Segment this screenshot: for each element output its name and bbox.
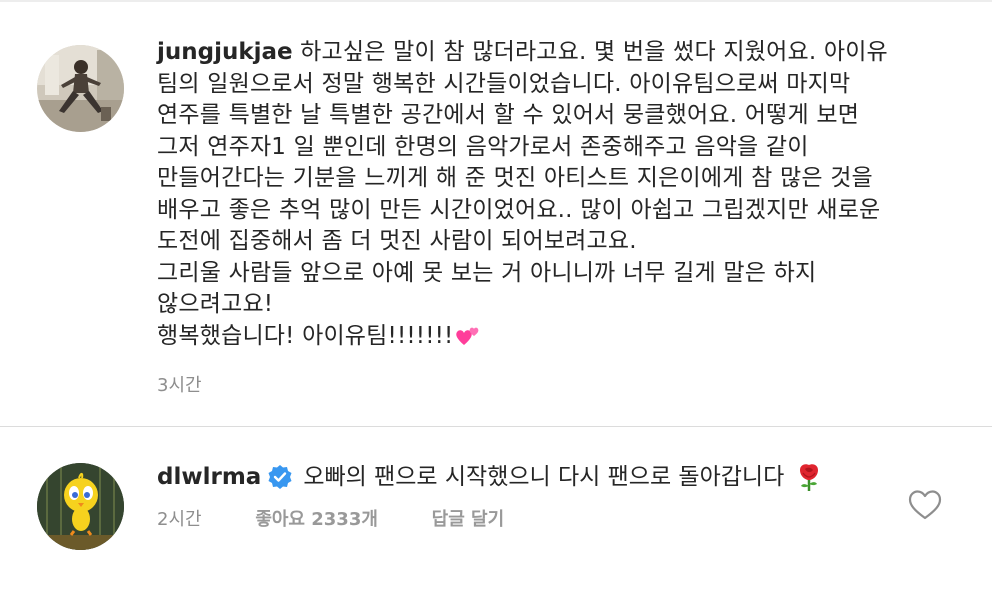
comment-text: 만들어간다는 기분을 느끼게 해 준 멋진 아티스트 지은이에게 참 많은 것을: [157, 165, 873, 191]
verified-badge-icon: [268, 465, 292, 489]
comment-body: jungjukjae 하고싶은 말이 참 많더라고요. 몇 번을 썼다 지웠어요…: [157, 37, 897, 352]
username[interactable]: dlwlrma: [157, 462, 261, 492]
comment-text: 않으려고요!: [157, 291, 274, 317]
reply-button[interactable]: 답글 달기: [432, 505, 505, 531]
comment-text: 그리울 사람들 앞으로 아예 못 보는 거 아니니까 너무 길게 말은 하지: [157, 259, 817, 286]
comment-text: 연주를 특별한 날 특별한 공간에서 할 수 있어서 뭉클했어요. 어떻게 보면: [157, 102, 860, 128]
comments-screen: jungjukjae 하고싶은 말이 참 많더라고요. 몇 번을 썼다 지웠어요…: [0, 0, 992, 603]
comment-body: dlwlrma 오빠의 팬으로 시작했으니 다시 팬으로 돌아갑니다: [157, 462, 824, 492]
comment-meta: 2시간 좋아요 2333개 답글 달기: [157, 505, 552, 531]
comment-line-1: jungjukjae 하고싶은 말이 참 많더라고요. 몇 번을 썼다 지웠어요…: [157, 37, 897, 69]
comment-text: 행복했습니다! 아이유팀!!!!!!!: [157, 322, 454, 349]
comment-time[interactable]: 2시간: [157, 505, 202, 531]
tweety-bird-cartoon-icon: [37, 463, 124, 550]
comment-time[interactable]: 3시간: [157, 371, 202, 397]
avatar[interactable]: [37, 463, 124, 550]
comment-last-line: 행복했습니다! 아이유팀!!!!!!!: [157, 321, 897, 353]
comment-text: 배우고 좋은 추억 많이 만든 시간이었어요.. 많이 아쉽고 그립겠지만 새로…: [157, 196, 881, 223]
comment-text: 하고싶은 말이 참 많더라고요. 몇 번을 썼다 지웠어요. 아이유: [300, 39, 888, 65]
rose-icon: [800, 464, 819, 491]
person-dancing-photo-icon: [37, 45, 124, 132]
likes-count[interactable]: 좋아요 2333개: [255, 505, 378, 531]
username[interactable]: jungjukjae: [157, 39, 293, 65]
avatar[interactable]: [37, 45, 124, 132]
two-hearts-icon: [456, 327, 479, 345]
comment-text: 그저 연주자1 일 뿐인데 한명의 음악가로서 존중해주고 음악을 같이: [157, 133, 809, 160]
comment-item: jungjukjae 하고싶은 말이 참 많더라고요. 몇 번을 썼다 지웠어요…: [0, 0, 992, 426]
comment-text: 도전에 집중해서 좀 더 멋진 사람이 되어보려고요.: [157, 228, 637, 254]
heart-icon[interactable]: [908, 489, 942, 521]
comment-item: dlwlrma 오빠의 팬으로 시작했으니 다시 팬으로 돌아갑니다 2시간 좋…: [0, 427, 992, 603]
comment-text: 팀의 일원으로서 정말 행복한 시간들이었습니다. 아이유팀으로써 마지막: [157, 70, 851, 97]
comment-text: 오빠의 팬으로 시작했으니 다시 팬으로 돌아갑니다: [303, 464, 785, 490]
